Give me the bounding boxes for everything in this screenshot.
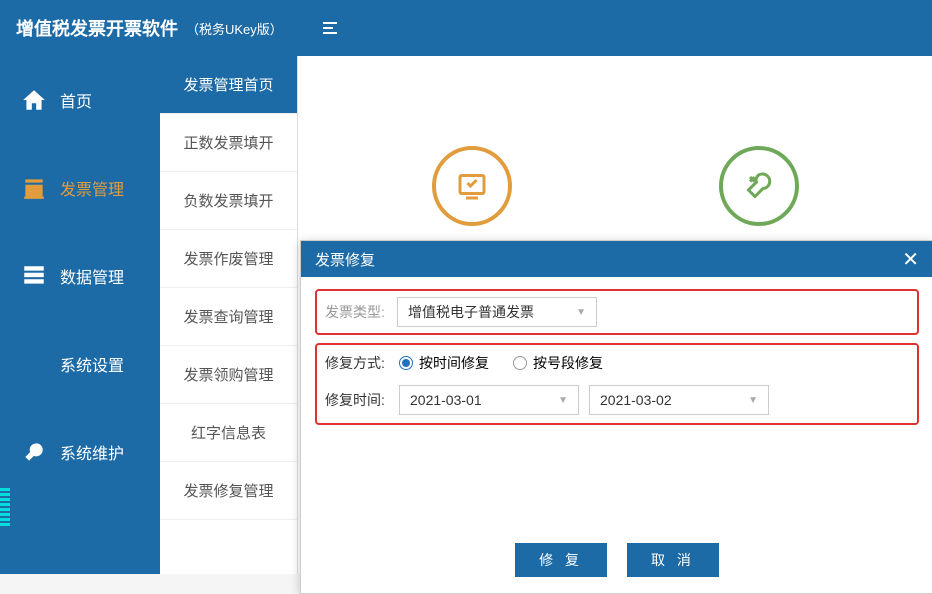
repair-method-label: 修复方式:: [325, 353, 389, 373]
radio-label: 按时间修复: [419, 353, 489, 373]
sidebar-item-data[interactable]: 数据管理: [0, 232, 160, 320]
invoice-repair-modal: 发票修复 ✕ 发票类型: 增值税电子普通发票 ▼ 修复方式: 按时间修复: [300, 240, 932, 594]
secondary-item-red[interactable]: 红字信息表: [160, 404, 297, 462]
secondary-item-positive[interactable]: 正数发票填开: [160, 114, 297, 172]
sidebar-item-settings[interactable]: 系统设置: [0, 320, 160, 408]
repair-options-box: 修复方式: 按时间修复 按号段修复 修复时间: 2021-03-01 ▼: [315, 343, 919, 425]
maintenance-icon: [20, 438, 48, 466]
modal-header: 发票修复 ✕: [301, 241, 932, 277]
secondary-item-repair[interactable]: 发票修复管理: [160, 462, 297, 520]
invoice-type-row: 发票类型: 增值税电子普通发票 ▼: [315, 289, 919, 335]
repair-time-row: 修复时间: 2021-03-01 ▼ 2021-03-02 ▼: [325, 385, 909, 415]
secondary-item-negative[interactable]: 负数发票填开: [160, 172, 297, 230]
date-to-select[interactable]: 2021-03-02 ▼: [589, 385, 769, 415]
chevron-down-icon: ▼: [748, 395, 758, 406]
date-from-value: 2021-03-01: [410, 392, 482, 408]
chevron-down-icon: ▼: [576, 307, 586, 318]
repair-time-label: 修复时间:: [325, 390, 389, 410]
close-icon[interactable]: ✕: [902, 247, 919, 272]
secondary-item-query[interactable]: 发票查询管理: [160, 288, 297, 346]
date-to-value: 2021-03-02: [600, 392, 672, 408]
cancel-button[interactable]: 取 消: [627, 543, 719, 577]
sidebar-item-label: 系统设置: [60, 352, 124, 376]
repair-method-row: 修复方式: 按时间修复 按号段修复: [325, 353, 909, 373]
sidebar-toggle-button[interactable]: [323, 22, 337, 34]
secondary-item-void[interactable]: 发票作废管理: [160, 230, 297, 288]
feature-icon-fill[interactable]: [432, 146, 512, 226]
modal-footer: 修 复 取 消: [301, 533, 932, 593]
home-icon: [20, 86, 48, 114]
invoice-type-select[interactable]: 增值税电子普通发票 ▼: [397, 297, 597, 327]
invoice-type-value: 增值税电子普通发票: [408, 302, 534, 322]
app-header: 增值税发票开票软件 （税务UKey版）: [0, 0, 932, 56]
radio-icon: [513, 356, 527, 370]
secondary-item-home[interactable]: 发票管理首页: [160, 56, 297, 114]
sidebar-item-label: 发票管理: [60, 176, 124, 200]
volume-indicator: [0, 476, 10, 526]
secondary-sidebar: 发票管理首页 正数发票填开 负数发票填开 发票作废管理 发票查询管理 发票领购管…: [160, 56, 298, 574]
primary-sidebar: 首页 发票管理 数据管理 系统设置 系统维护: [0, 56, 160, 574]
radio-icon: [399, 356, 413, 370]
invoice-icon: [20, 174, 48, 202]
repair-button[interactable]: 修 复: [515, 543, 607, 577]
app-title: 增值税发票开票软件: [16, 15, 178, 41]
repair-method-radio-group: 按时间修复 按号段修复: [399, 353, 603, 373]
date-from-select[interactable]: 2021-03-01 ▼: [399, 385, 579, 415]
sidebar-item-invoice[interactable]: 发票管理: [0, 144, 160, 232]
feature-icon-tools[interactable]: [719, 146, 799, 226]
settings-icon: [20, 350, 48, 378]
data-icon: [20, 262, 48, 290]
secondary-item-purchase[interactable]: 发票领购管理: [160, 346, 297, 404]
sidebar-item-label: 首页: [60, 88, 92, 112]
sidebar-item-maintenance[interactable]: 系统维护: [0, 408, 160, 496]
radio-by-time[interactable]: 按时间修复: [399, 353, 489, 373]
app-subtitle: （税务UKey版）: [186, 19, 283, 38]
sidebar-item-label: 数据管理: [60, 264, 124, 288]
radio-by-segment[interactable]: 按号段修复: [513, 353, 603, 373]
chevron-down-icon: ▼: [558, 395, 568, 406]
invoice-type-label: 发票类型:: [325, 302, 389, 322]
sidebar-item-label: 系统维护: [60, 440, 124, 464]
radio-label: 按号段修复: [533, 353, 603, 373]
modal-title: 发票修复: [315, 249, 375, 270]
sidebar-item-home[interactable]: 首页: [0, 56, 160, 144]
modal-body: 发票类型: 增值税电子普通发票 ▼ 修复方式: 按时间修复 按号段修复: [301, 277, 932, 533]
